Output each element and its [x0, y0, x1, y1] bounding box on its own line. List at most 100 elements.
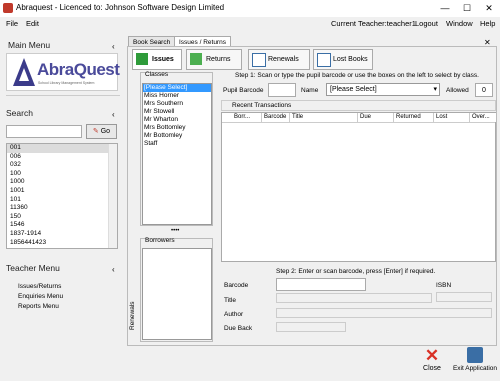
name-select[interactable]: [Please Select] ▾	[326, 83, 440, 96]
close-window-button[interactable]: ✕	[478, 0, 500, 17]
subtab-issues-label: Issues	[152, 56, 174, 63]
abraquest-logo: AbraQuest School Library Management Syst…	[6, 53, 120, 91]
barcode-input[interactable]	[276, 278, 366, 291]
teacher-item-issues-returns[interactable]: Issues/Returns	[18, 283, 61, 290]
grid-col-barcode[interactable]: Barcode	[262, 113, 290, 122]
issues-icon	[136, 53, 148, 65]
logo-text: AbraQuest	[37, 60, 120, 79]
collapse-teacher-icon[interactable]: ‹	[112, 265, 115, 274]
menu-bar: File Edit Current Teacher:teacher1 Logou…	[0, 17, 500, 31]
close-button[interactable]: ✕ Close	[420, 347, 444, 377]
class-item[interactable]: Mr Stowell	[143, 108, 211, 116]
allowed-label: Allowed	[446, 87, 469, 94]
grid-col-borrower[interactable]: Borr...	[232, 113, 262, 122]
returns-icon	[190, 53, 202, 65]
exit-application-button[interactable]: Exit Application	[452, 347, 498, 377]
classes-list[interactable]: [Please Select] Miss Horner Mrs Southern…	[142, 83, 212, 225]
close-label: Close	[423, 365, 441, 372]
list-item[interactable]: 1546	[7, 221, 117, 230]
name-label: Name	[301, 87, 319, 94]
main-menu-header: Main Menu	[8, 40, 51, 50]
search-header: Search	[6, 108, 33, 118]
class-item[interactable]: Mr Bottomley	[143, 132, 211, 140]
list-item[interactable]: 1837-1914	[7, 230, 117, 239]
close-icon: ✕	[424, 346, 440, 365]
collapse-icon[interactable]: ‹	[112, 42, 115, 51]
pupil-barcode-input[interactable]	[268, 83, 296, 97]
collapse-search-icon[interactable]: ‹	[112, 110, 115, 119]
recent-transactions-bar: Recent Transactions	[221, 100, 496, 111]
grid-col-returned[interactable]: Returned	[394, 113, 434, 122]
current-teacher: Current Teacher:teacher1	[331, 19, 416, 28]
isbn-field	[436, 292, 492, 302]
step1-instructions: Step 1: Scan or type the pupil barcode o…	[235, 72, 479, 79]
subtab-lost-books[interactable]: Lost Books	[313, 49, 373, 70]
step2-instructions: Step 2: Enter or scan barcode, press [En…	[276, 268, 436, 275]
name-select-value: [Please Select]	[330, 86, 377, 93]
title-bar: Abraquest - Licenced to: Johnson Softwar…	[0, 0, 500, 17]
class-item[interactable]: Mr Wharton	[143, 116, 211, 124]
list-item[interactable]: 11360	[7, 204, 117, 213]
class-item[interactable]: Miss Horner	[143, 92, 211, 100]
exit-icon	[467, 347, 483, 363]
class-item[interactable]: [Please Select]	[143, 84, 211, 92]
list-item[interactable]: 100	[7, 170, 117, 179]
class-item[interactable]: Mrs Bottomley	[143, 124, 211, 132]
maximize-button[interactable]: ☐	[456, 0, 478, 17]
minimize-button[interactable]: —	[434, 0, 456, 17]
renewals-icon	[252, 53, 266, 67]
menu-window[interactable]: Window	[446, 19, 473, 28]
list-item[interactable]: 1001	[7, 187, 117, 196]
class-item[interactable]: Staff	[143, 140, 211, 148]
logo-mark-inner	[19, 68, 29, 81]
menu-help[interactable]: Help	[480, 19, 495, 28]
borrowers-list[interactable]	[142, 248, 212, 340]
list-item[interactable]: 150	[7, 213, 117, 222]
lost-books-icon	[317, 53, 331, 67]
exit-label: Exit Application	[452, 365, 498, 372]
list-item[interactable]: 001	[7, 144, 117, 153]
due-back-field	[276, 322, 346, 332]
author-label: Author	[224, 311, 244, 318]
subtab-returns-label: Returns	[206, 56, 231, 63]
barcode-label: Barcode	[224, 282, 249, 289]
search-icon: ✎	[92, 128, 99, 135]
grid-col-overdue[interactable]: Over...	[470, 113, 496, 122]
go-button[interactable]: ✎ Go	[86, 124, 117, 139]
teacher-item-reports[interactable]: Reports Menu	[18, 303, 59, 310]
transactions-grid[interactable]: Borr... Barcode Title Due Returned Lost …	[221, 112, 496, 262]
search-input[interactable]	[6, 125, 82, 138]
menu-file[interactable]: File	[6, 19, 18, 28]
window-title: Abraquest - Licenced to: Johnson Softwar…	[16, 3, 225, 12]
subtab-issues[interactable]: Issues	[132, 49, 182, 70]
subtab-returns[interactable]: Returns	[186, 49, 242, 70]
recent-transactions-label: Recent Transactions	[232, 102, 292, 109]
teacher-item-enquiries[interactable]: Enquiries Menu	[18, 293, 63, 300]
menu-edit[interactable]: Edit	[26, 19, 39, 28]
grid-col-lost[interactable]: Lost	[434, 113, 470, 122]
list-item[interactable]: 101	[7, 196, 117, 205]
due-back-label: Due Back	[224, 325, 253, 332]
splitter-handle[interactable]: ••••	[171, 228, 179, 234]
grid-col-due[interactable]: Due	[358, 113, 394, 122]
scrollbar[interactable]	[108, 144, 117, 248]
subtab-renewals[interactable]: Renewals	[248, 49, 310, 70]
list-item[interactable]: 032	[7, 161, 117, 170]
grid-col-title[interactable]: Title	[290, 113, 358, 122]
teacher-menu-header: Teacher Menu	[6, 263, 60, 273]
chevron-down-icon: ▾	[433, 86, 437, 93]
author-field	[276, 308, 492, 318]
grid-header-divider	[222, 122, 495, 123]
go-label: Go	[100, 128, 111, 135]
search-results-list[interactable]: 001 006 032 100 1000 1001 101 11360 150 …	[6, 143, 118, 249]
title-label: Title	[224, 297, 237, 304]
list-item[interactable]: 006	[7, 153, 117, 162]
list-item[interactable]: 1856441423	[7, 239, 117, 248]
subtab-renewals-label: Renewals	[268, 56, 299, 63]
list-item[interactable]: 1000	[7, 178, 117, 187]
menu-logout[interactable]: Logout	[415, 19, 438, 28]
class-item[interactable]: Mrs Southern	[143, 100, 211, 108]
renewals-side-tab[interactable]: Renewals	[129, 301, 136, 330]
borrowers-label: Borrowers	[145, 237, 175, 244]
classes-label: Classes	[145, 71, 169, 78]
